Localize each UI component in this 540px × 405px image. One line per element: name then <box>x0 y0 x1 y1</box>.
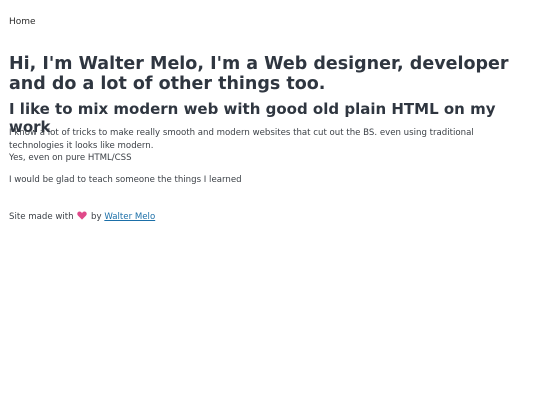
page-title: Hi, I'm Walter Melo, I'm a Web designer,… <box>9 54 509 94</box>
footer-prefix: Site made with <box>9 212 74 222</box>
intro-paragraph: I know a lot of tricks to make really sm… <box>9 127 531 165</box>
teach-paragraph: I would be glad to teach someone the thi… <box>9 175 242 185</box>
author-link[interactable]: Walter Melo <box>104 212 155 222</box>
intro-text: I know a lot of tricks to make really sm… <box>9 128 474 151</box>
heart-icon <box>77 211 88 220</box>
nav-home-link[interactable]: Home <box>9 17 36 27</box>
footer-by: by <box>91 212 102 222</box>
site-footer: Site made with by Walter Melo <box>9 211 155 224</box>
intro-text-extra: Yes, even on pure HTML/CSS <box>9 153 132 163</box>
